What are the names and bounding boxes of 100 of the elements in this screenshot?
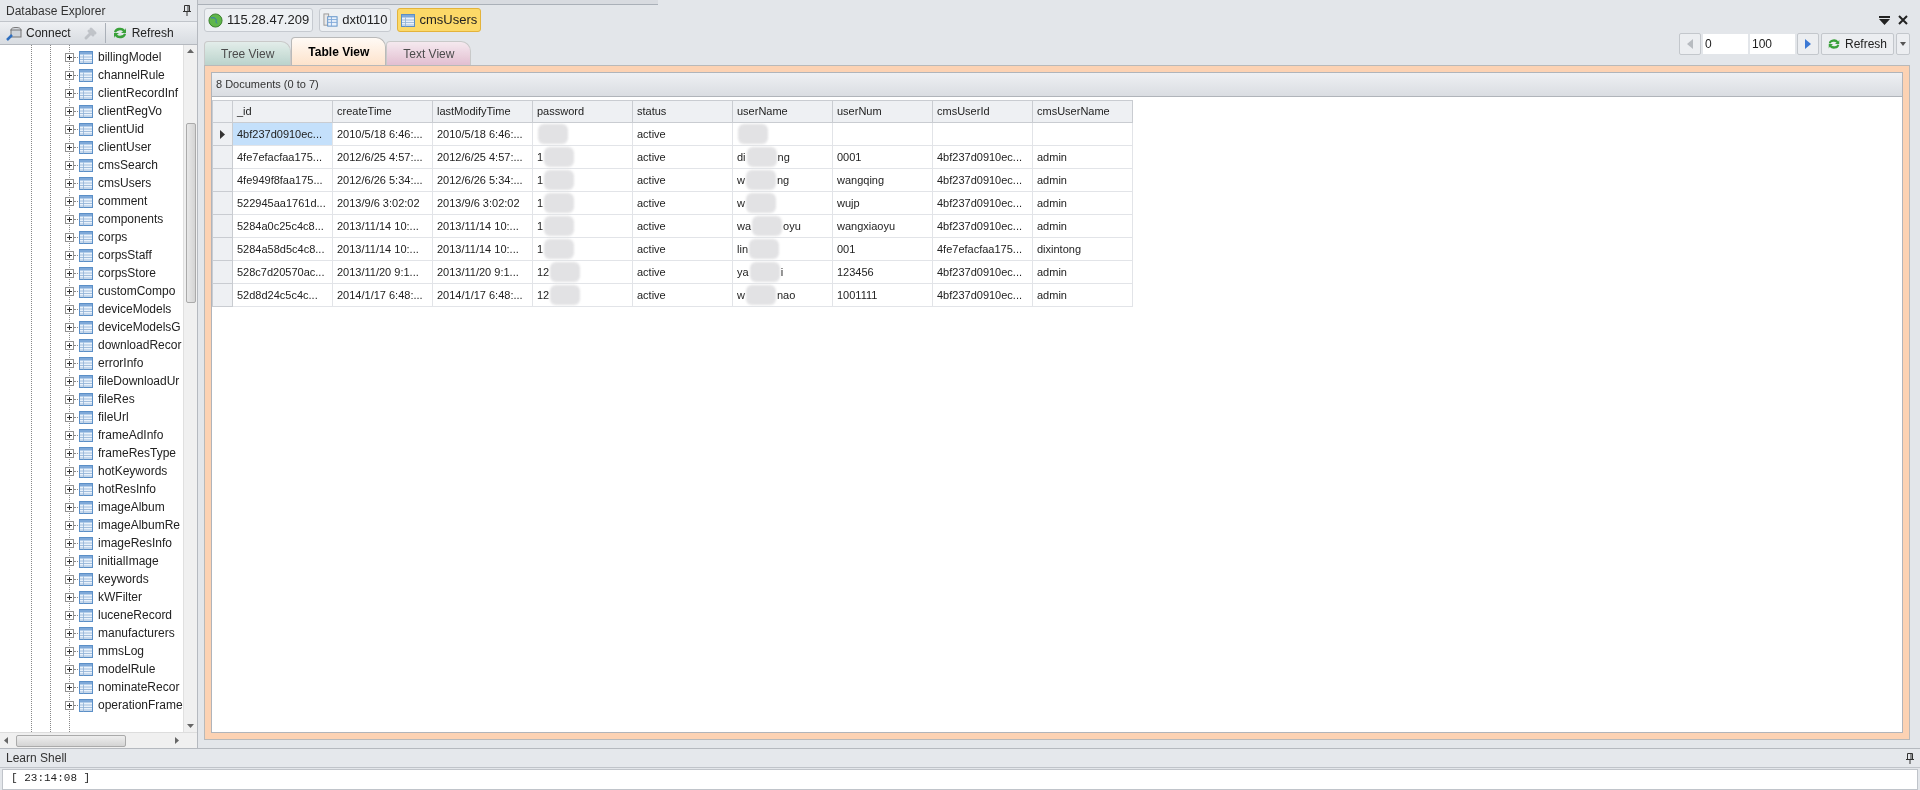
expand-icon[interactable] (65, 70, 74, 80)
column-header[interactable]: userNum (832, 100, 933, 123)
expand-icon[interactable] (65, 502, 74, 512)
scroll-left-icon[interactable] (4, 737, 8, 744)
tree-item[interactable]: fileRes (98, 390, 135, 408)
expand-icon[interactable] (65, 628, 74, 638)
expand-icon[interactable] (65, 250, 74, 260)
tree-item[interactable]: billingModel (98, 48, 162, 66)
column-header[interactable]: userName (732, 100, 833, 123)
next-page-button[interactable] (1796, 33, 1819, 55)
tree-item[interactable]: errorInfo (98, 354, 144, 372)
vertical-scrollbar[interactable] (183, 45, 197, 732)
scroll-up-icon[interactable] (187, 49, 194, 53)
column-header[interactable]: createTime (332, 100, 433, 123)
tree-item[interactable]: cmsSearch (98, 156, 159, 174)
expand-icon[interactable] (65, 682, 74, 692)
expand-icon[interactable] (65, 286, 74, 296)
expand-icon[interactable] (65, 142, 74, 152)
expand-icon[interactable] (65, 448, 74, 458)
expand-icon[interactable] (65, 376, 74, 386)
tree-item[interactable]: customCompo (98, 282, 176, 300)
breadcrumb-chip[interactable]: 115.28.47.209 (204, 8, 314, 32)
tree-item[interactable]: operationFrame (98, 696, 183, 714)
expand-icon[interactable] (65, 664, 74, 674)
tree-item[interactable]: mmsLog (98, 642, 144, 660)
expand-icon[interactable] (65, 610, 74, 620)
tree-item[interactable]: corpsStore (98, 264, 157, 282)
expand-icon[interactable] (65, 178, 74, 188)
tree-item[interactable]: initialImage (98, 552, 159, 570)
expand-icon[interactable] (65, 484, 74, 494)
expand-icon[interactable] (65, 268, 74, 278)
expand-icon[interactable] (65, 304, 74, 314)
pin-icon[interactable] (183, 5, 191, 16)
expand-icon[interactable] (65, 106, 74, 116)
scroll-thumb[interactable] (185, 123, 196, 303)
scroll-right-icon[interactable] (175, 737, 179, 744)
expand-icon[interactable] (65, 322, 74, 332)
tree-item[interactable]: deviceModelsG (98, 318, 181, 336)
view-tab[interactable]: Tree View (204, 41, 292, 65)
column-header[interactable]: _id (232, 100, 333, 123)
expand-icon[interactable] (65, 466, 74, 476)
horizontal-scrollbar[interactable] (0, 732, 197, 748)
breadcrumb-chip[interactable]: dxt0110 (319, 8, 392, 32)
view-tab[interactable]: Table View (291, 37, 387, 65)
pin-icon[interactable] (1906, 752, 1914, 764)
expand-icon[interactable] (65, 592, 74, 602)
tree-item[interactable]: cmsUsers (98, 174, 152, 192)
tree-item[interactable]: clientRegVo (98, 102, 163, 120)
tree-item[interactable]: channelRule (98, 66, 165, 84)
view-tab[interactable]: Text View (386, 41, 472, 65)
tree-item[interactable]: comment (98, 192, 148, 210)
dropdown-icon[interactable] (1879, 15, 1890, 25)
tree-item[interactable]: fileUrl (98, 408, 129, 426)
close-icon[interactable] (1898, 15, 1908, 25)
tree-item[interactable]: luceneRecord (98, 606, 173, 624)
breadcrumb-chip[interactable]: cmsUsers (397, 8, 482, 32)
column-header[interactable]: cmsUserId (932, 100, 1033, 123)
column-header[interactable]: lastModifyTime (432, 100, 533, 123)
expand-icon[interactable] (65, 214, 74, 224)
refresh-button[interactable]: Refresh (105, 23, 180, 43)
tree-item[interactable]: frameResType (98, 444, 177, 462)
tree-item[interactable]: clientUid (98, 120, 145, 138)
expand-icon[interactable] (65, 88, 74, 98)
column-header[interactable]: password (532, 100, 633, 123)
expand-icon[interactable] (65, 430, 74, 440)
start-field[interactable]: 0 (1702, 34, 1748, 54)
tree-item[interactable]: frameAdInfo (98, 426, 164, 444)
row-header[interactable] (212, 122, 233, 146)
tree-item[interactable]: hotKeywords (98, 462, 168, 480)
count-field[interactable]: 100 (1749, 34, 1795, 54)
refresh-button[interactable]: Refresh (1820, 33, 1894, 55)
expand-icon[interactable] (65, 412, 74, 422)
expand-icon[interactable] (65, 700, 74, 710)
expand-icon[interactable] (65, 52, 74, 62)
expand-icon[interactable] (65, 520, 74, 530)
connect-button[interactable]: Connect (0, 23, 77, 43)
column-header[interactable]: cmsUserName (1032, 100, 1133, 123)
expand-icon[interactable] (65, 538, 74, 548)
scroll-thumb[interactable] (16, 734, 126, 747)
expand-icon[interactable] (65, 358, 74, 368)
tree-item[interactable]: clientUser (98, 138, 152, 156)
expand-icon[interactable] (65, 394, 74, 404)
tree-item[interactable]: fileDownloadUr (98, 372, 180, 390)
tree-item[interactable]: nominateRecor (98, 678, 180, 696)
expand-icon[interactable] (65, 574, 74, 584)
tree-item[interactable]: imageResInfo (98, 534, 173, 552)
expand-icon[interactable] (65, 160, 74, 170)
tree-item[interactable]: deviceModels (98, 300, 172, 318)
tree-item[interactable]: manufacturers (98, 624, 175, 642)
tree-item[interactable]: kWFilter (98, 588, 142, 606)
expand-icon[interactable] (65, 556, 74, 566)
tree-item[interactable]: downloadRecor (98, 336, 182, 354)
tree-item[interactable]: corpsStaff (98, 246, 152, 264)
column-header[interactable]: status (632, 100, 733, 123)
tree-item[interactable]: hotResInfo (98, 480, 157, 498)
scroll-down-icon[interactable] (187, 724, 194, 728)
tree-item[interactable]: corps (98, 228, 128, 246)
expand-icon[interactable] (65, 232, 74, 242)
tree-item[interactable]: keywords (98, 570, 149, 588)
tree-item[interactable]: imageAlbumRe (98, 516, 181, 534)
